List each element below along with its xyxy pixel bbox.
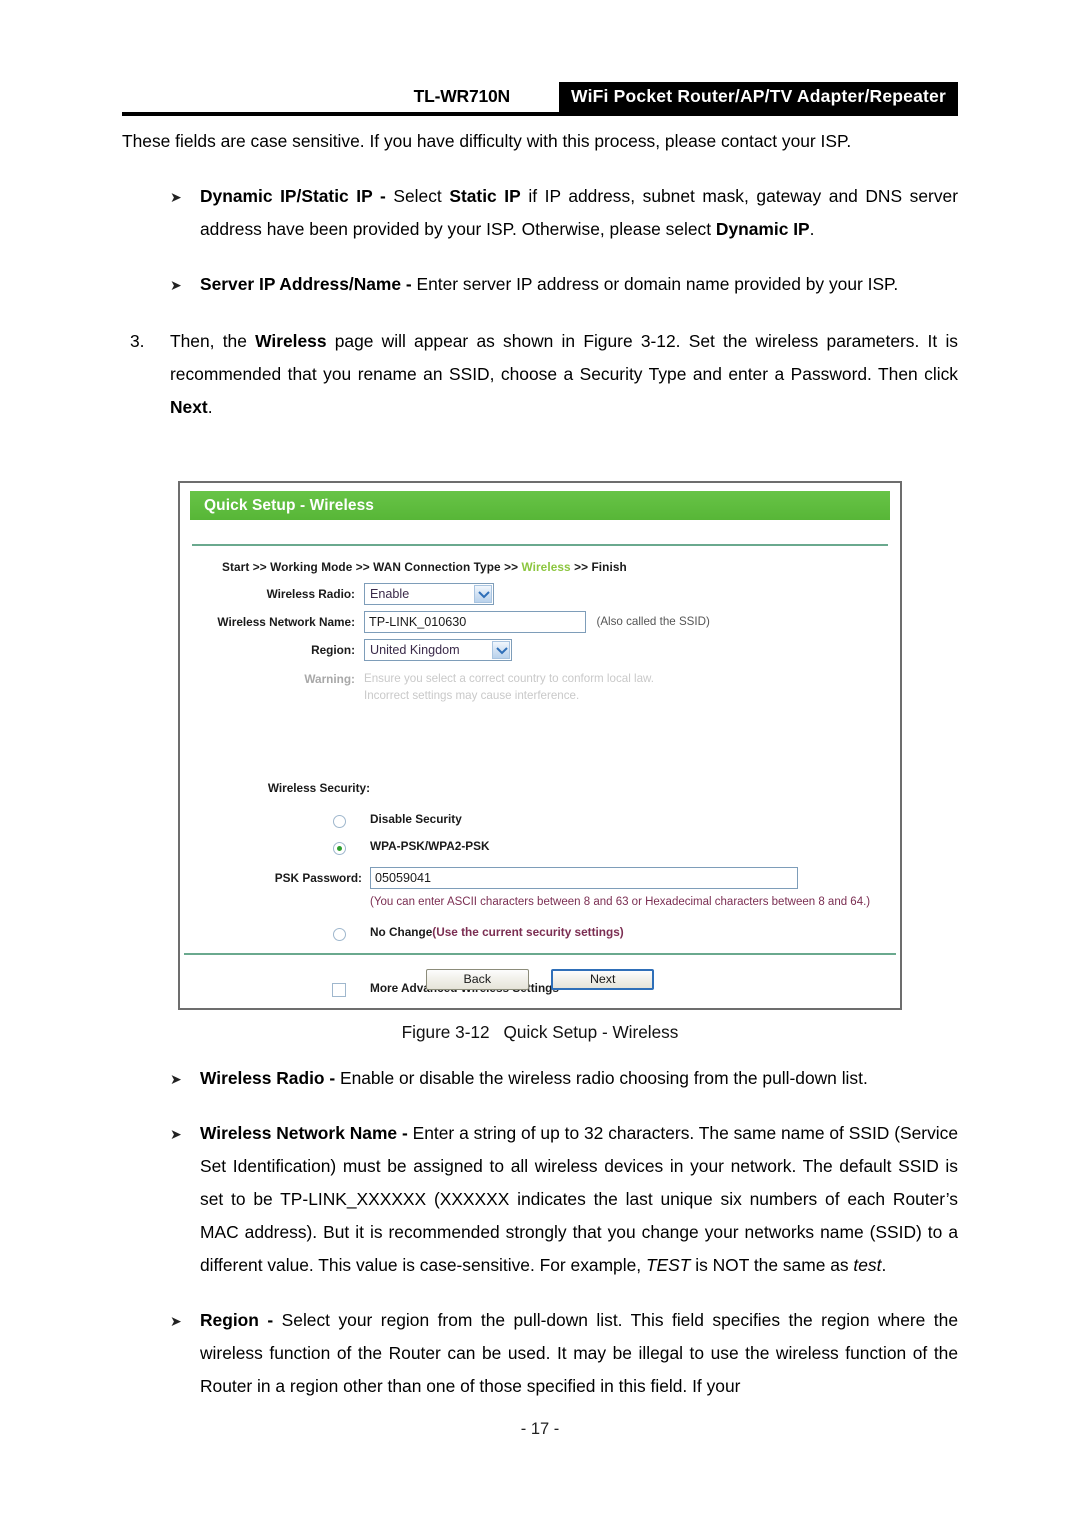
option-no-change[interactable]: No Change(Use the current security setti… — [192, 924, 888, 951]
region-label: Region: — [311, 643, 355, 657]
bullet-arrow-icon: ➤ — [170, 189, 182, 205]
network-name-label: Wireless Network Name: — [217, 615, 355, 629]
chevron-down-icon[interactable] — [474, 585, 492, 603]
label-no-change-bold: No Change — [370, 925, 433, 939]
setup-breadcrumb: Start >> Working Mode >> WAN Connection … — [222, 560, 888, 574]
page-footer: - 17 - — [0, 1420, 1080, 1439]
bullet-term: Wireless Radio - — [200, 1068, 340, 1088]
label-wpa-psk: WPA-PSK/WPA2-PSK — [370, 839, 490, 853]
bullet-term: Wireless Network Name - — [200, 1123, 413, 1143]
router-button-row: Back Next — [180, 969, 900, 990]
label-no-change-rest: (Use the current security settings) — [432, 925, 624, 939]
bullet-arrow-icon: ➤ — [170, 1313, 182, 1329]
field-row-wireless-radio: Wireless Radio: Enable — [192, 583, 888, 608]
document-upper-text: These fields are case sensitive. If you … — [122, 125, 958, 424]
router-page-title: Quick Setup - Wireless — [190, 491, 890, 520]
bullet-body-1: Enter a string of up to 32 characters. T… — [200, 1123, 958, 1275]
warning-line-1: Ensure you select a correct country to c… — [364, 672, 654, 685]
chevron-down-icon[interactable] — [492, 641, 510, 659]
bullet-italic-2: test — [853, 1255, 882, 1275]
radio-wpa-psk-selected[interactable] — [333, 842, 346, 855]
intro-paragraph: These fields are case sensitive. If you … — [122, 131, 852, 151]
bullet-arrow-icon: ➤ — [170, 277, 182, 293]
router-web-ui-screenshot: Quick Setup - Wireless Start >> Working … — [178, 481, 902, 1010]
bullet-italic-1: TEST — [645, 1255, 691, 1275]
label-no-change: No Change(Use the current security setti… — [370, 925, 624, 939]
breadcrumb-step-wireless-active: Wireless — [521, 560, 571, 574]
bullet-term: Server IP Address/Name - — [200, 274, 417, 294]
psk-password-label: PSK Password: — [274, 871, 362, 885]
bullet-body-1: Enter server IP address or domain name p… — [416, 274, 899, 294]
bullet-region: ➤ Region - Select your region from the p… — [122, 1304, 958, 1403]
radio-disable-security[interactable] — [333, 815, 346, 828]
bullet-body-3: . — [881, 1255, 887, 1275]
breadcrumb-step-wan-connection-type: WAN Connection Type — [373, 560, 501, 574]
figure-caption: Figure 3-12 Quick Setup - Wireless — [0, 1022, 1080, 1043]
bullet-dynamic-static-ip: ➤ Dynamic IP/Static IP - Select Static I… — [122, 180, 958, 246]
step-part-1: Then, the — [170, 331, 256, 351]
wireless-radio-select[interactable]: Enable — [364, 583, 494, 605]
psk-password-input[interactable]: 05059041 — [370, 867, 798, 889]
breadcrumb-separator: >> — [252, 560, 267, 574]
network-name-input[interactable]: TP-LINK_010630 — [364, 611, 586, 633]
radio-no-change[interactable] — [333, 928, 346, 941]
step-emph-1: Wireless — [255, 331, 327, 351]
breadcrumb-step-finish: Finish — [591, 560, 627, 574]
bullet-term: Region - — [200, 1310, 282, 1330]
figure-title: Quick Setup - Wireless — [503, 1022, 679, 1042]
bullet-wireless-radio: ➤ Wireless Radio - Enable or disable the… — [122, 1062, 958, 1095]
field-row-psk-password: PSK Password: 05059041 — [192, 867, 888, 892]
region-selected-value: United Kingdom — [370, 643, 460, 657]
field-row-region: Region: United Kingdom — [192, 639, 888, 664]
bullet-body-2: is NOT the same as — [690, 1255, 854, 1275]
step-part-3: . — [207, 397, 213, 417]
header-product-banner: WiFi Pocket Router/AP/TV Adapter/Repeate… — [559, 82, 958, 112]
field-row-warning: Warning: Ensure you select a correct cou… — [192, 668, 888, 706]
bullet-term: Dynamic IP/Static IP - — [200, 186, 394, 206]
network-name-hint: (Also called the SSID) — [596, 615, 710, 628]
bullet-body: Enable or disable the wireless radio cho… — [339, 1068, 868, 1088]
warning-line-2: Incorrect settings may cause interferenc… — [364, 689, 580, 702]
step-emph-2: Next — [170, 397, 208, 417]
breadcrumb-separator: >> — [355, 560, 370, 574]
header-rule — [122, 112, 958, 116]
router-bottom-divider — [184, 953, 896, 955]
bullet-arrow-icon: ➤ — [170, 1126, 182, 1142]
option-wpa-psk[interactable]: WPA-PSK/WPA2-PSK — [192, 838, 888, 865]
psk-password-note: (You can enter ASCII characters between … — [370, 896, 871, 908]
bullet-body-1: Select — [393, 186, 450, 206]
wireless-security-section-header: Wireless Security: — [192, 781, 888, 801]
numbered-step-3: 3. Then, the Wireless page will appear a… — [122, 325, 958, 424]
breadcrumb-step-start: Start — [222, 560, 250, 574]
bullet-body: Select your region from the pull-down li… — [200, 1310, 958, 1396]
breadcrumb-step-working-mode: Working Mode — [270, 560, 353, 574]
field-row-wireless-network-name: Wireless Network Name: TP-LINK_010630 (A… — [192, 611, 888, 636]
warning-label: Warning: — [304, 672, 355, 686]
bullet-wireless-network-name: ➤ Wireless Network Name - Enter a string… — [122, 1117, 958, 1282]
figure-number: Figure 3-12 — [401, 1022, 490, 1042]
psk-note-row: (You can enter ASCII characters between … — [192, 896, 888, 916]
step-number: 3. — [130, 331, 145, 351]
option-disable-security[interactable]: Disable Security — [192, 811, 888, 838]
wireless-radio-label: Wireless Radio: — [266, 587, 355, 601]
label-disable-security: Disable Security — [370, 812, 462, 826]
bullet-arrow-icon: ➤ — [170, 1071, 182, 1087]
region-select[interactable]: United Kingdom — [364, 639, 512, 661]
router-top-divider — [192, 544, 888, 546]
document-lower-text: ➤ Wireless Radio - Enable or disable the… — [122, 1062, 958, 1403]
page-header: TL-WR710N WiFi Pocket Router/AP/TV Adapt… — [122, 82, 958, 116]
breadcrumb-separator: >> — [574, 560, 589, 574]
next-button[interactable]: Next — [551, 969, 655, 990]
wireless-security-label: Wireless Security: — [267, 781, 370, 795]
page-number: - 17 - — [520, 1420, 560, 1438]
wireless-radio-selected-value: Enable — [370, 587, 410, 601]
bullet-body-3: . — [809, 219, 815, 239]
bullet-emph-1: Static IP — [449, 186, 521, 206]
header-model-name: TL-WR710N — [413, 86, 511, 106]
back-button[interactable]: Back — [425, 969, 529, 990]
bullet-emph-2: Dynamic IP — [715, 219, 810, 239]
breadcrumb-separator: >> — [504, 560, 519, 574]
bullet-server-ip-address: ➤ Server IP Address/Name - Enter server … — [122, 268, 958, 301]
